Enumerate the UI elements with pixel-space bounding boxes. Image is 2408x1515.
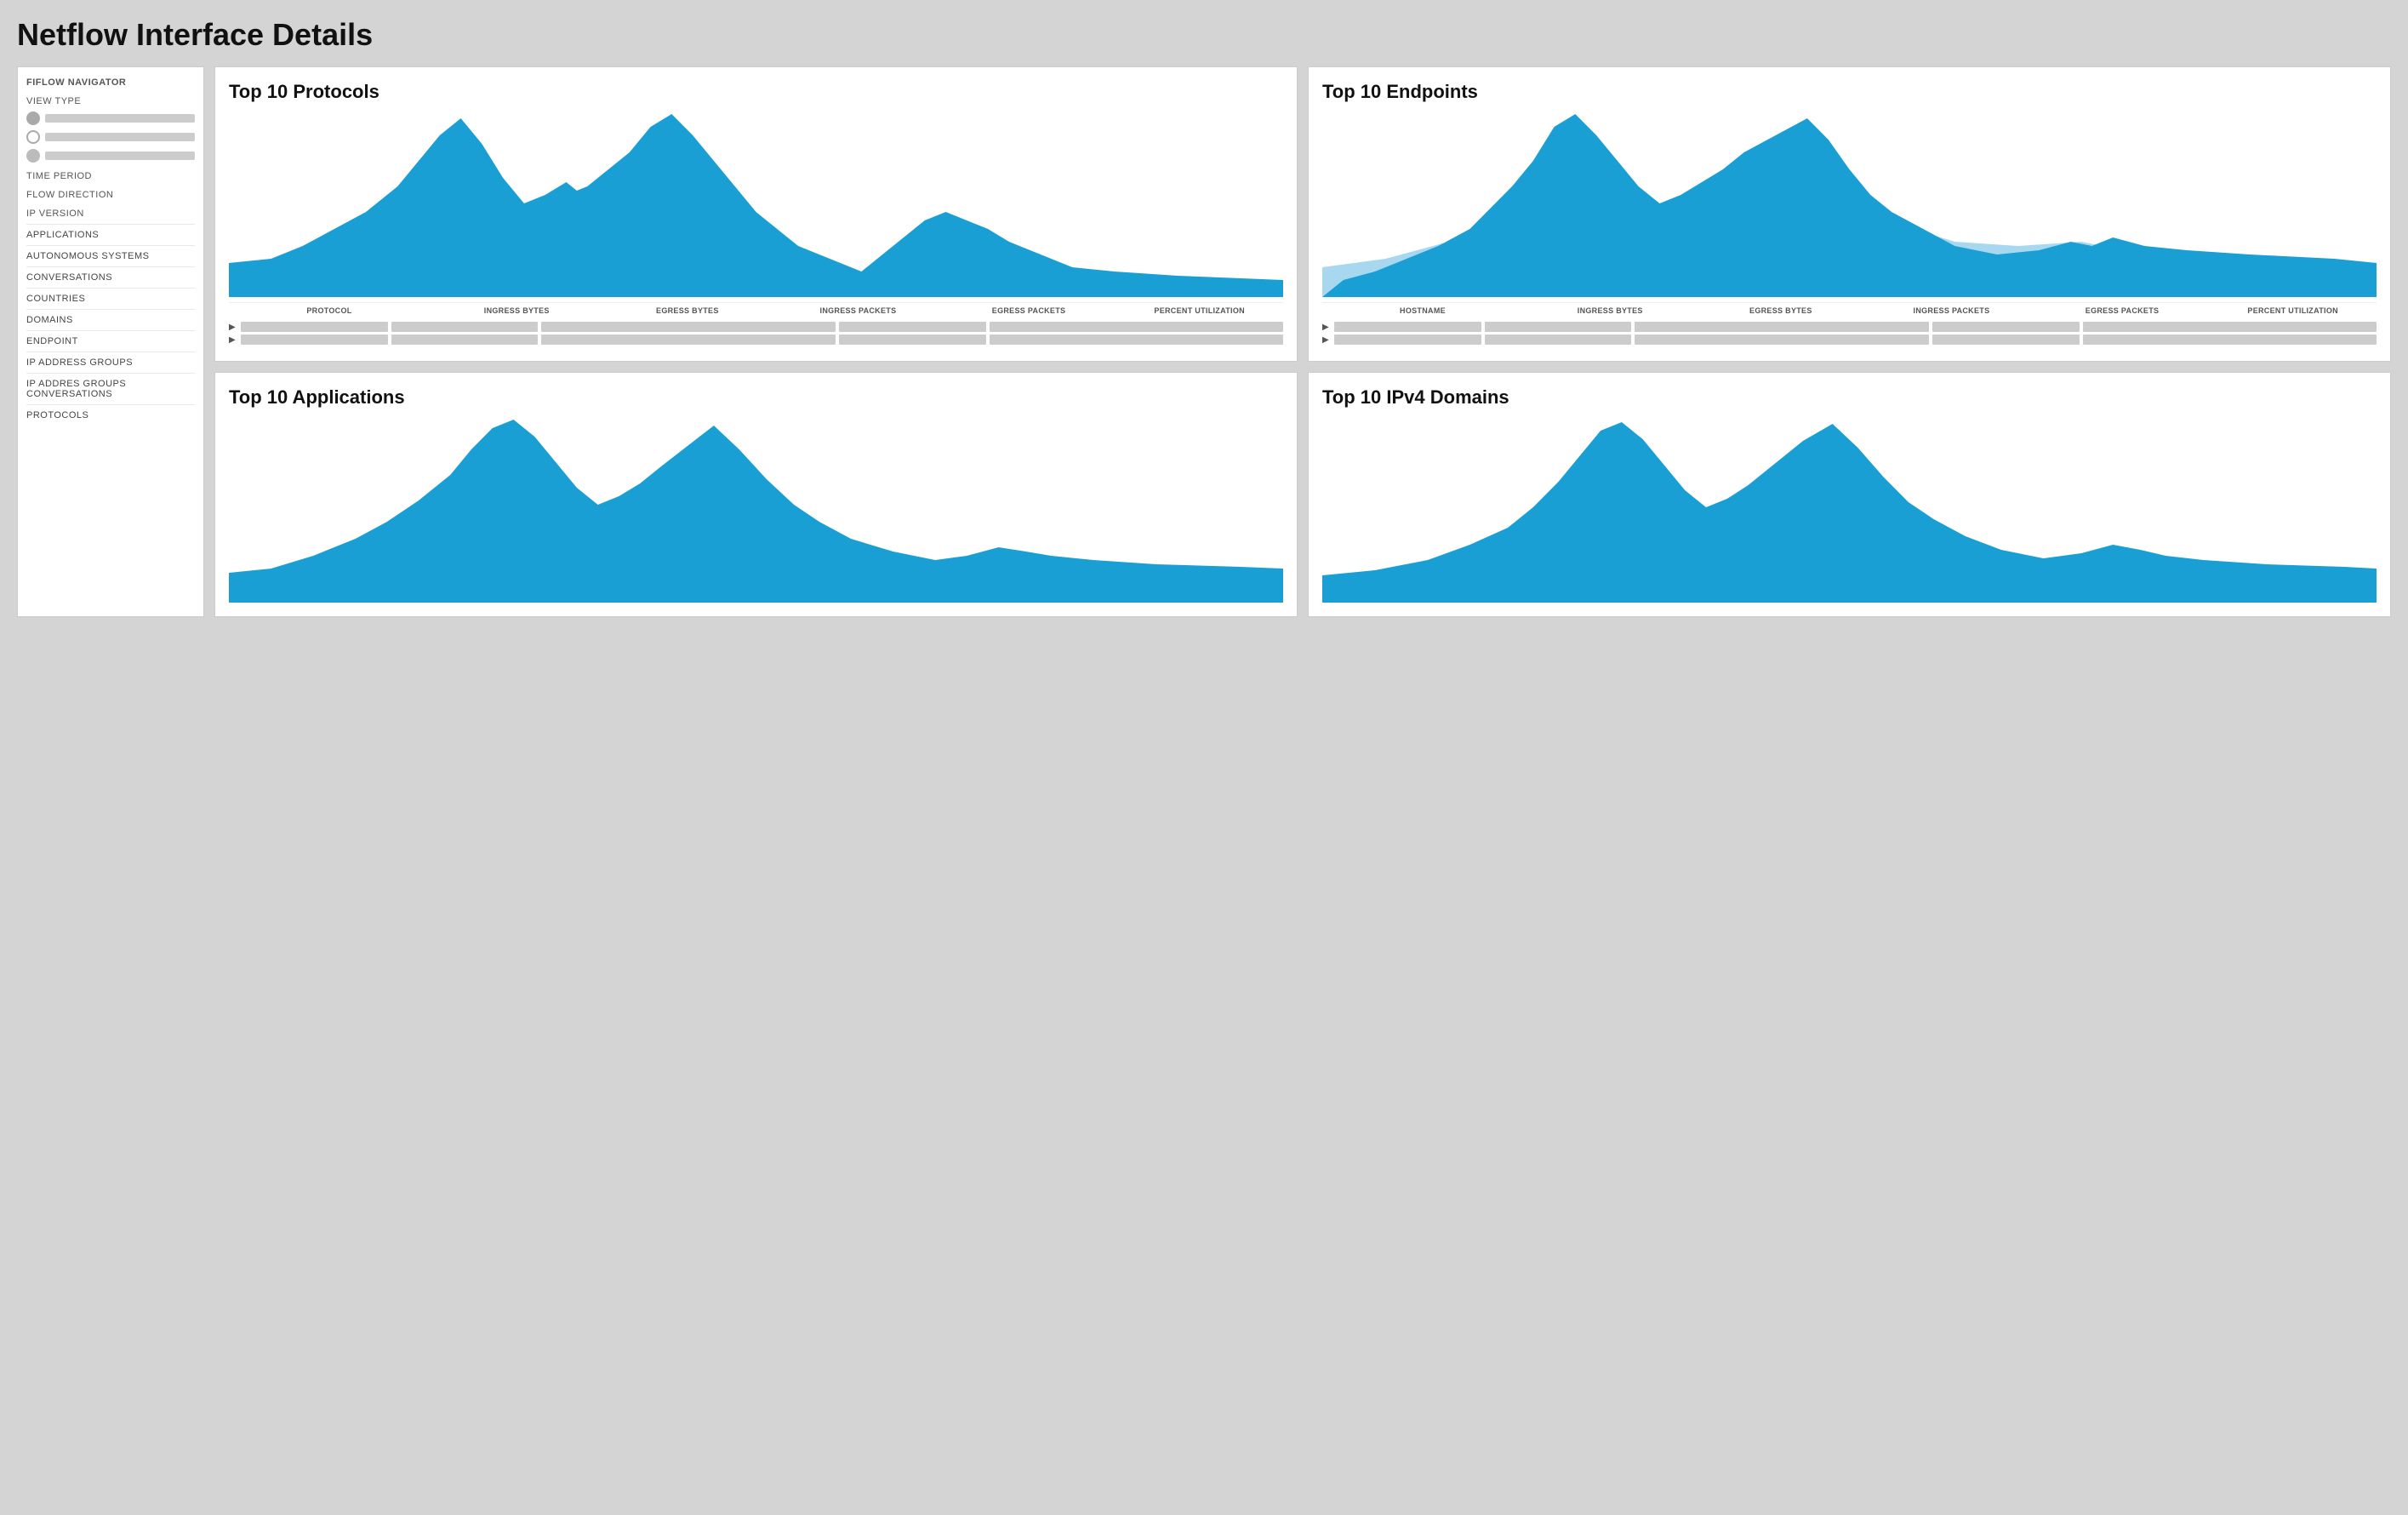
row-bar-3 <box>1635 334 1928 345</box>
row-bar-4 <box>839 334 986 345</box>
sidebar-item-conversations[interactable]: CONVERSATIONS <box>26 266 195 288</box>
radio-filled-icon <box>26 111 40 125</box>
sidebar-item-protocols[interactable]: PROTOCOLS <box>26 404 195 426</box>
main-layout: FIFLOW NAVIGATOR VIEW TYPE TIME PERIOD F… <box>17 66 2391 617</box>
row-bar-5 <box>990 322 1283 332</box>
row-expand-icon[interactable]: ▶ <box>229 335 237 344</box>
endpoints-chart <box>1322 110 2377 297</box>
table-row: ▶ <box>229 322 1283 332</box>
view-option-2[interactable] <box>26 130 195 144</box>
protocols-data-rows: ▶ ▶ <box>229 322 1283 345</box>
row-bar-1 <box>241 334 388 345</box>
col-ingress-bytes: INGRESS BYTES <box>433 306 601 315</box>
row-bar-2 <box>1485 322 1632 332</box>
row-bar-1 <box>1334 334 1481 345</box>
sidebar-item-ip-address-groups[interactable]: IP ADDRESS GROUPS <box>26 352 195 373</box>
col-egress-bytes-ep: EGRESS BYTES <box>1698 306 1865 315</box>
flow-direction-label: FLOW DIRECTION <box>26 190 195 200</box>
col-egress-packets-ep: EGRESS PACKETS <box>2039 306 2206 315</box>
option-bar-2 <box>45 133 195 141</box>
row-bar-3 <box>1635 322 1928 332</box>
table-row: ▶ <box>1322 322 2377 332</box>
radio-filled2-icon <box>26 149 40 163</box>
endpoints-svg <box>1322 110 2377 297</box>
content-area: Top 10 Protocols PROTOCOL INGRESS BYTES … <box>214 66 2391 617</box>
row-bar-2 <box>391 334 539 345</box>
sidebar-title: FIFLOW NAVIGATOR <box>26 77 195 88</box>
row-bar-2 <box>1485 334 1632 345</box>
sidebar-item-countries[interactable]: COUNTRIES <box>26 288 195 309</box>
applications-panel: Top 10 Applications <box>214 372 1298 617</box>
row-expand-icon[interactable]: ▶ <box>229 323 237 331</box>
row-expand-icon[interactable]: ▶ <box>1322 323 1331 331</box>
sidebar-item-domains[interactable]: DOMAINS <box>26 309 195 330</box>
row-bar-3 <box>541 322 835 332</box>
view-option-3[interactable] <box>26 149 195 163</box>
radio-empty-icon <box>26 130 40 144</box>
sidebar-item-applications[interactable]: APPLICATIONS <box>26 224 195 245</box>
col-ingress-bytes-ep: INGRESS BYTES <box>1526 306 1694 315</box>
view-type-options <box>26 111 195 163</box>
row-bar-1 <box>241 322 388 332</box>
endpoints-data-rows: ▶ ▶ <box>1322 322 2377 345</box>
time-period-label: TIME PERIOD <box>26 171 195 181</box>
ipv4domains-title: Top 10 IPv4 Domains <box>1322 386 2377 409</box>
option-bar-3 <box>45 152 195 160</box>
col-protocol: PROTOCOL <box>229 306 430 315</box>
row-bar-4 <box>1932 334 2080 345</box>
protocols-panel: Top 10 Protocols PROTOCOL INGRESS BYTES … <box>214 66 1298 362</box>
col-egress-packets: EGRESS PACKETS <box>945 306 1113 315</box>
endpoints-title: Top 10 Endpoints <box>1322 81 2377 103</box>
sidebar: FIFLOW NAVIGATOR VIEW TYPE TIME PERIOD F… <box>17 66 204 617</box>
endpoints-panel: Top 10 Endpoints HOSTNAME INGRESS BYTES … <box>1308 66 2391 362</box>
protocols-chart <box>229 110 1283 297</box>
row-bar-5 <box>2083 322 2377 332</box>
protocols-svg <box>229 110 1283 297</box>
protocols-columns: PROTOCOL INGRESS BYTES EGRESS BYTES INGR… <box>229 302 1283 318</box>
row-bar-2 <box>391 322 539 332</box>
row-bar-3 <box>541 334 835 345</box>
view-type-label: VIEW TYPE <box>26 96 195 106</box>
sidebar-item-ip-address-groups-conversations[interactable]: IP ADDRES GROUPS CONVERSATIONS <box>26 373 195 404</box>
view-option-1[interactable] <box>26 111 195 125</box>
sidebar-item-endpoint[interactable]: ENDPOINT <box>26 330 195 352</box>
row-bar-4 <box>839 322 986 332</box>
endpoints-columns: HOSTNAME INGRESS BYTES EGRESS BYTES INGR… <box>1322 302 2377 318</box>
col-hostname: HOSTNAME <box>1322 306 1523 315</box>
ipv4domains-panel: Top 10 IPv4 Domains <box>1308 372 2391 617</box>
sidebar-item-autonomous-systems[interactable]: AUTONOMOUS SYSTEMS <box>26 245 195 266</box>
ip-version-label: IP VERSION <box>26 209 195 219</box>
applications-chart <box>229 415 1283 603</box>
applications-svg <box>229 415 1283 603</box>
page-title: Netflow Interface Details <box>17 17 2391 53</box>
ipv4domains-chart <box>1322 415 2377 603</box>
col-percent-util-ep: PERCENT UTILIZATION <box>2209 306 2377 315</box>
protocols-title: Top 10 Protocols <box>229 81 1283 103</box>
col-ingress-packets-ep: INGRESS PACKETS <box>1868 306 2035 315</box>
ipv4domains-svg <box>1322 415 2377 603</box>
row-bar-1 <box>1334 322 1481 332</box>
col-egress-bytes: EGRESS BYTES <box>604 306 772 315</box>
option-bar-1 <box>45 114 195 123</box>
row-bar-5 <box>990 334 1283 345</box>
table-row: ▶ <box>1322 334 2377 345</box>
col-ingress-packets: INGRESS PACKETS <box>774 306 942 315</box>
applications-title: Top 10 Applications <box>229 386 1283 409</box>
row-bar-5 <box>2083 334 2377 345</box>
table-row: ▶ <box>229 334 1283 345</box>
row-bar-4 <box>1932 322 2080 332</box>
row-expand-icon[interactable]: ▶ <box>1322 335 1331 344</box>
col-percent-util: PERCENT UTILIZATION <box>1116 306 1283 315</box>
